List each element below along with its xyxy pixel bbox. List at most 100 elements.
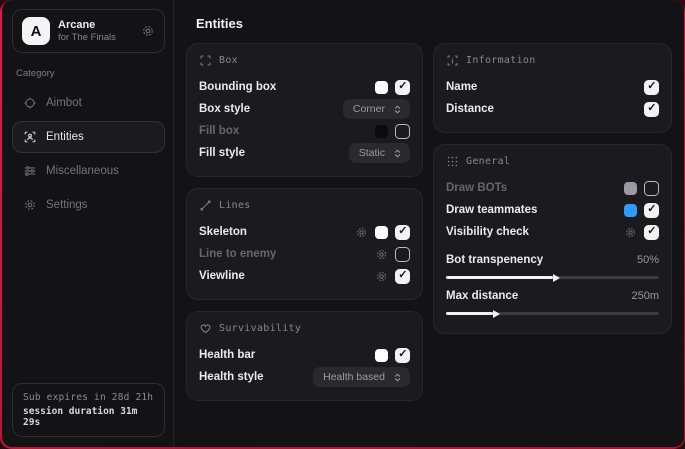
health-style-dropdown[interactable]: Health based [313,367,410,387]
draw-teammates-row: Draw teammates [446,199,659,221]
fill-box-label: Fill box [199,125,375,137]
draw-teammates-color-swatch[interactable] [624,204,637,217]
chevron-updown-icon [392,148,403,159]
general-card: General Draw BOTs Draw teammates [433,144,672,334]
information-card-header: Information [446,54,659,67]
draw-bots-row: Draw BOTs [446,177,659,199]
slider-thumb[interactable] [553,274,560,282]
skeleton-settings-gear-icon[interactable] [355,226,368,239]
max-distance-label: Max distance [446,290,631,302]
info-scan-icon [446,54,459,67]
sub-expiry-text: Sub expires in 28d 21h [23,392,154,403]
distance-row: Distance [446,98,659,120]
category-label: Category [16,68,163,79]
name-row: Name [446,76,659,98]
fill-style-value: Static [359,147,385,159]
session-duration-text: session duration 31m 29s [23,406,154,428]
page-title: Entities [196,16,672,31]
app-title: Arcane [58,19,133,32]
app-subtitle: for The Finals [58,32,133,44]
bot-transparency-group: Bot transpenency 50% [446,250,659,279]
sidebar-item-miscellaneous[interactable]: Miscellaneous [12,155,165,187]
visibility-check-settings-gear-icon[interactable] [624,226,637,239]
survivability-card: Survivability Health bar Health style [186,311,423,401]
general-card-header: General [446,155,659,168]
sidebar-item-aimbot[interactable]: Aimbot [12,87,165,119]
max-distance-value: 250m [631,290,659,302]
fill-style-dropdown[interactable]: Static [349,143,410,163]
skeleton-checkbox[interactable] [395,225,410,240]
logo-card: A Arcane for The Finals [12,9,165,53]
line-to-enemy-checkbox[interactable] [395,247,410,262]
viewline-label: Viewline [199,270,375,282]
sidebar: A Arcane for The Finals Category Aimbot … [2,0,174,447]
heart-icon [199,322,212,335]
health-bar-row: Health bar [199,344,410,366]
box-corners-icon [199,54,212,67]
viewline-checkbox[interactable] [395,269,410,284]
sidebar-item-settings[interactable]: Settings [12,189,165,221]
sidebar-nav: Aimbot Entities Miscellaneous Settings [12,87,165,221]
bot-transparency-slider[interactable] [446,276,659,279]
sidebar-item-label: Settings [46,199,88,211]
information-card: Information Name Distance [433,43,672,133]
bounding-box-color-swatch[interactable] [375,81,388,94]
bounding-box-checkbox[interactable] [395,80,410,95]
draw-teammates-checkbox[interactable] [644,203,659,218]
survivability-card-header: Survivability [199,322,410,335]
box-style-label: Box style [199,103,343,115]
max-distance-group: Max distance 250m [446,286,659,315]
gear-icon [23,198,37,212]
health-bar-label: Health bar [199,349,375,361]
lines-card-header: Lines [199,199,410,212]
box-card: Box Bounding box Box style [186,43,423,177]
line-to-enemy-label: Line to enemy [199,248,375,260]
viewline-row: Viewline [199,265,410,287]
account-gear-icon[interactable] [141,24,155,38]
sidebar-item-entities[interactable]: Entities [12,121,165,153]
information-card-title: Information [466,55,536,66]
visibility-check-label: Visibility check [446,226,624,238]
entities-icon [23,130,37,144]
distance-checkbox[interactable] [644,102,659,117]
draw-bots-color-swatch[interactable] [624,182,637,195]
health-bar-color-swatch[interactable] [375,349,388,362]
bot-transparency-value: 50% [637,254,659,266]
line-to-enemy-settings-gear-icon[interactable] [375,248,388,261]
sliders-icon [23,164,37,178]
health-style-value: Health based [323,371,385,383]
draw-bots-checkbox[interactable] [644,181,659,196]
survivability-card-title: Survivability [219,323,301,334]
health-bar-checkbox[interactable] [395,348,410,363]
slider-thumb[interactable] [493,310,500,318]
bounding-box-row: Bounding box [199,76,410,98]
app-logo: A [22,17,50,45]
name-label: Name [446,81,644,93]
bot-transparency-label: Bot transpenency [446,254,637,266]
fill-style-label: Fill style [199,147,349,159]
fill-box-row: Fill box [199,120,410,142]
distance-label: Distance [446,103,644,115]
fill-style-row: Fill style Static [199,142,410,164]
bounding-box-label: Bounding box [199,81,375,93]
skeleton-row: Skeleton [199,221,410,243]
general-card-title: General [466,156,510,167]
sidebar-item-label: Aimbot [46,97,82,109]
box-style-dropdown[interactable]: Corner [343,99,410,119]
visibility-check-checkbox[interactable] [644,225,659,240]
name-checkbox[interactable] [644,80,659,95]
fill-box-checkbox[interactable] [395,124,410,139]
fill-box-color-swatch[interactable] [375,125,388,138]
draw-bots-label: Draw BOTs [446,182,624,194]
skeleton-label: Skeleton [199,226,355,238]
subscription-info-card: Sub expires in 28d 21h session duration … [12,383,165,437]
skeleton-color-swatch[interactable] [375,226,388,239]
logo-text: Arcane for The Finals [58,19,133,44]
box-style-row: Box style Corner [199,98,410,120]
lines-card: Lines Skeleton Line to enemy [186,188,423,300]
viewline-settings-gear-icon[interactable] [375,270,388,283]
sidebar-item-label: Miscellaneous [46,165,119,177]
max-distance-slider[interactable] [446,312,659,315]
chevron-updown-icon [392,104,403,115]
diagonal-line-icon [199,199,212,212]
